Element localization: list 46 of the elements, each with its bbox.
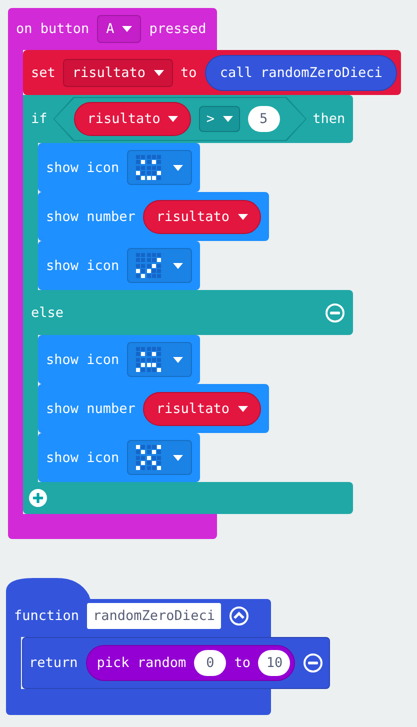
block-label: if bbox=[31, 111, 48, 127]
number-field[interactable]: 5 bbox=[248, 106, 280, 132]
block-label: set bbox=[31, 64, 56, 80]
caret-icon bbox=[122, 26, 132, 32]
block-label: to bbox=[180, 64, 197, 80]
caret-icon bbox=[173, 262, 184, 268]
plus-icon[interactable] bbox=[28, 488, 48, 508]
block-label: pick random bbox=[96, 655, 186, 671]
block-label: to bbox=[234, 655, 250, 671]
block-label: show number bbox=[46, 208, 136, 224]
icon-picker[interactable] bbox=[127, 248, 192, 284]
function-call-reporter[interactable]: call randomZeroDieci bbox=[204, 54, 398, 90]
variable-reporter[interactable]: risultato bbox=[74, 102, 192, 136]
block-label: return bbox=[29, 655, 78, 671]
operator-dropdown[interactable]: > bbox=[199, 106, 240, 132]
caret-icon bbox=[173, 454, 184, 460]
variable-reporter[interactable]: risultato bbox=[143, 200, 261, 234]
caret-icon bbox=[173, 356, 184, 362]
function-name-field[interactable]: randomZeroDieci bbox=[87, 603, 221, 629]
caret-icon bbox=[168, 116, 178, 122]
icon-picker[interactable] bbox=[127, 150, 192, 186]
number-field[interactable]: 10 bbox=[258, 650, 290, 676]
number-field[interactable]: 0 bbox=[194, 650, 226, 676]
block-label: on button bbox=[16, 21, 90, 37]
block-label: else bbox=[31, 304, 64, 320]
block-label: show icon bbox=[46, 450, 120, 466]
block-label: then bbox=[312, 111, 346, 127]
variable-dropdown[interactable]: risultato bbox=[63, 58, 173, 86]
caret-icon bbox=[238, 214, 248, 220]
block-label: show icon bbox=[46, 258, 120, 274]
icon-picker[interactable] bbox=[127, 342, 192, 378]
block-label: show icon bbox=[46, 160, 120, 176]
block-label: pressed bbox=[149, 21, 206, 37]
caret-icon bbox=[154, 70, 164, 76]
minus-icon[interactable] bbox=[325, 302, 346, 322]
block-label: show icon bbox=[46, 352, 120, 368]
caret-icon bbox=[222, 116, 233, 122]
variable-reporter[interactable]: risultato bbox=[143, 392, 261, 426]
button-dropdown[interactable]: A bbox=[97, 15, 142, 43]
block-label: function bbox=[14, 608, 80, 624]
icon-picker[interactable] bbox=[127, 440, 192, 476]
minus-icon[interactable] bbox=[303, 653, 324, 673]
collapse-icon[interactable] bbox=[228, 606, 249, 626]
caret-icon bbox=[173, 164, 184, 170]
caret-icon bbox=[238, 406, 248, 412]
block-label: show number bbox=[46, 400, 136, 416]
